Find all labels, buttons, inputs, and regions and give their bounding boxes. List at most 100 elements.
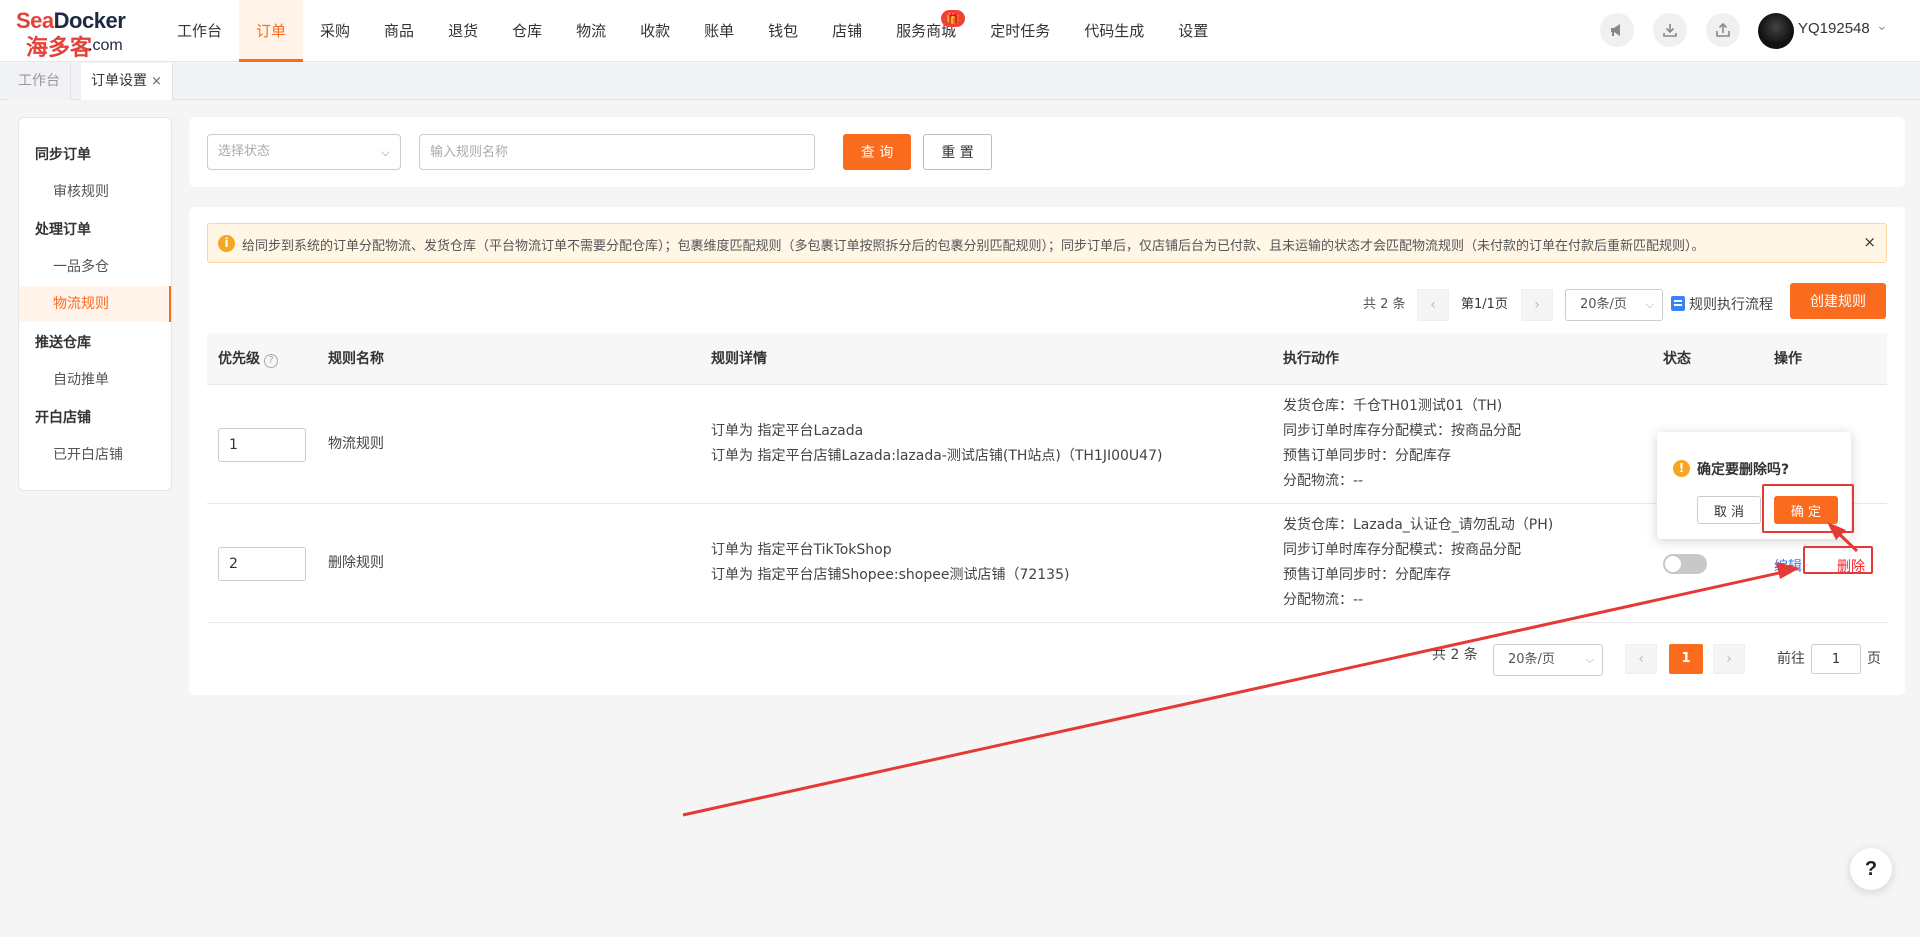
username[interactable]: YQ192548: [1798, 20, 1870, 37]
create-rule-button[interactable]: 创建规则: [1790, 283, 1886, 319]
rules-card: i 给同步到系统的订单分配物流、发货仓库（平台物流订单不需要分配仓库）；包裹维度…: [189, 207, 1905, 695]
logo-text-cn: 海多客: [26, 36, 93, 61]
tab-order-settings[interactable]: 订单设置 ×: [81, 63, 173, 100]
seadocker-logo[interactable]: SeaDocker 海多客 .com: [16, 8, 136, 61]
prev-page-button[interactable]: ‹: [1417, 289, 1449, 321]
reset-button[interactable]: 重 置: [923, 134, 992, 170]
nav-settings[interactable]: 设置: [1161, 0, 1225, 62]
goto-page-input[interactable]: [1811, 644, 1861, 674]
goto-label: 前往: [1777, 651, 1805, 667]
edit-link[interactable]: 编辑: [1774, 556, 1802, 576]
col-rule-detail: 规则详情: [711, 351, 767, 367]
gift-badge-icon: 🎁: [941, 10, 966, 27]
status-select-placeholder: 选择状态: [218, 144, 271, 159]
query-button[interactable]: 查 询: [843, 134, 911, 170]
action-line: 同步订单时库存分配模式：按商品分配: [1283, 423, 1521, 439]
nav-wallet[interactable]: 钱包: [751, 0, 815, 62]
action-line: 同步订单时库存分配模式：按商品分配: [1283, 542, 1521, 558]
action-line: 预售订单同步时：分配库存: [1283, 567, 1451, 583]
status-toggle[interactable]: [1663, 554, 1707, 574]
col-action: 执行动作: [1283, 351, 1339, 367]
annotation-highlight-confirm: [1762, 484, 1854, 533]
nav-warehouse[interactable]: 仓库: [495, 0, 559, 62]
page-tabs-bar: 工作台 订单设置 ×: [0, 63, 1920, 100]
rule-detail-line: 订单为 指定平台店铺Shopee:shopee测试店铺（72135): [711, 567, 1070, 583]
cancel-button[interactable]: 取 消: [1697, 496, 1761, 524]
close-icon[interactable]: ×: [151, 74, 162, 89]
col-priority-label: 优先级: [218, 351, 260, 367]
action-line: 发货仓库：千仓TH01测试01（TH): [1283, 398, 1503, 414]
rule-name-input[interactable]: [419, 134, 815, 170]
rule-flow-link[interactable]: 规则执行流程: [1671, 289, 1773, 321]
nav-products[interactable]: 商品: [367, 0, 431, 62]
download-icon[interactable]: [1653, 13, 1687, 47]
page-unit-label: 页: [1867, 651, 1881, 667]
chevron-down-icon: ⌵: [1645, 298, 1654, 311]
tab-workbench[interactable]: 工作台: [8, 63, 71, 100]
nav-workbench[interactable]: 工作台: [160, 0, 239, 62]
sidebar-item-logistics-rules[interactable]: 物流规则: [19, 286, 171, 322]
help-icon[interactable]: ?: [264, 354, 278, 368]
next-page-button[interactable]: ›: [1521, 289, 1553, 321]
nav-code-gen[interactable]: 代码生成: [1067, 0, 1161, 62]
warning-icon: !: [1673, 460, 1690, 477]
chevron-down-icon[interactable]: ⌄: [1876, 18, 1888, 34]
sidebar-group-push-warehouse: 推送仓库: [35, 335, 91, 351]
main-nav: 工作台 订单 采购 商品 退货 仓库 物流 收款 账单 钱包 店铺 服务商城 🎁…: [160, 0, 1225, 62]
info-icon: i: [218, 235, 235, 252]
share-icon[interactable]: [1706, 13, 1740, 47]
confirm-message: 确定要删除吗?: [1697, 462, 1790, 478]
avatar[interactable]: [1758, 13, 1794, 49]
sidebar-group-sync-orders: 同步订单: [35, 147, 91, 163]
rule-name: 物流规则: [328, 436, 384, 452]
annotation-highlight-delete: [1803, 546, 1873, 574]
page-size-value: 20条/页: [1508, 652, 1555, 667]
nav-scheduled-tasks[interactable]: 定时任务: [973, 0, 1067, 62]
chevron-down-icon: ⌵: [1585, 653, 1594, 666]
page-size-select[interactable]: 20条/页 ⌵: [1493, 644, 1603, 676]
nav-service-mall[interactable]: 服务商城 🎁: [879, 0, 973, 62]
page-size-select[interactable]: 20条/页 ⌵: [1565, 289, 1663, 321]
table-row: 物流规则 订单为 指定平台Lazada 订单为 指定平台店铺Lazada:laz…: [207, 385, 1887, 504]
nav-orders[interactable]: 订单: [239, 0, 304, 62]
page-size-value: 20条/页: [1580, 297, 1627, 312]
priority-input[interactable]: [218, 428, 306, 462]
tab-workbench-label: 工作台: [18, 73, 60, 89]
col-ops: 操作: [1774, 351, 1802, 367]
nav-bills[interactable]: 账单: [687, 0, 751, 62]
rule-detail-line: 订单为 指定平台TikTokShop: [711, 542, 892, 558]
status-select[interactable]: 选择状态 ⌵: [207, 134, 401, 170]
megaphone-icon[interactable]: [1600, 13, 1634, 47]
sidebar-item-multi-warehouse[interactable]: 一品多仓: [19, 249, 171, 285]
bottom-total-count: 共 2 条: [1432, 647, 1478, 663]
sidebar-group-process-orders: 处理订单: [35, 222, 91, 238]
nav-returns[interactable]: 退货: [431, 0, 495, 62]
action-line: 预售订单同步时：分配库存: [1283, 448, 1451, 464]
top-total-count: 共 2 条: [1363, 297, 1406, 312]
sidebar-item-audit-rules[interactable]: 审核规则: [19, 174, 171, 210]
chevron-down-icon: ⌵: [380, 145, 390, 159]
nav-stores[interactable]: 店铺: [815, 0, 879, 62]
rule-name: 删除规则: [328, 555, 384, 571]
table-header: 优先级? 规则名称 规则详情 执行动作 状态 操作: [207, 333, 1887, 385]
tab-order-settings-label: 订单设置: [91, 73, 147, 89]
priority-input[interactable]: [218, 547, 306, 581]
page-number-current[interactable]: 1: [1669, 644, 1703, 674]
action-line: 分配物流：--: [1283, 592, 1364, 608]
document-icon: [1671, 296, 1685, 311]
rule-detail-line: 订单为 指定平台店铺Lazada:lazada-测试店铺(TH站点)（TH1JI…: [711, 448, 1163, 464]
close-icon[interactable]: ×: [1863, 233, 1876, 251]
toggle-knob: [1665, 556, 1681, 572]
sidebar-item-whitelisted-stores[interactable]: 已开白店铺: [19, 437, 171, 473]
help-button[interactable]: ?: [1850, 848, 1892, 890]
next-page-button[interactable]: ›: [1713, 644, 1745, 674]
logo-text-com: .com: [88, 37, 123, 54]
filter-card: 选择状态 ⌵ 查 询 重 置: [189, 117, 1905, 187]
nav-logistics[interactable]: 物流: [559, 0, 623, 62]
col-rule-name: 规则名称: [328, 351, 384, 367]
nav-collections[interactable]: 收款: [623, 0, 687, 62]
col-priority: 优先级?: [218, 333, 278, 385]
sidebar-item-auto-push[interactable]: 自动推单: [19, 362, 171, 398]
prev-page-button[interactable]: ‹: [1625, 644, 1657, 674]
nav-purchase[interactable]: 采购: [303, 0, 367, 62]
